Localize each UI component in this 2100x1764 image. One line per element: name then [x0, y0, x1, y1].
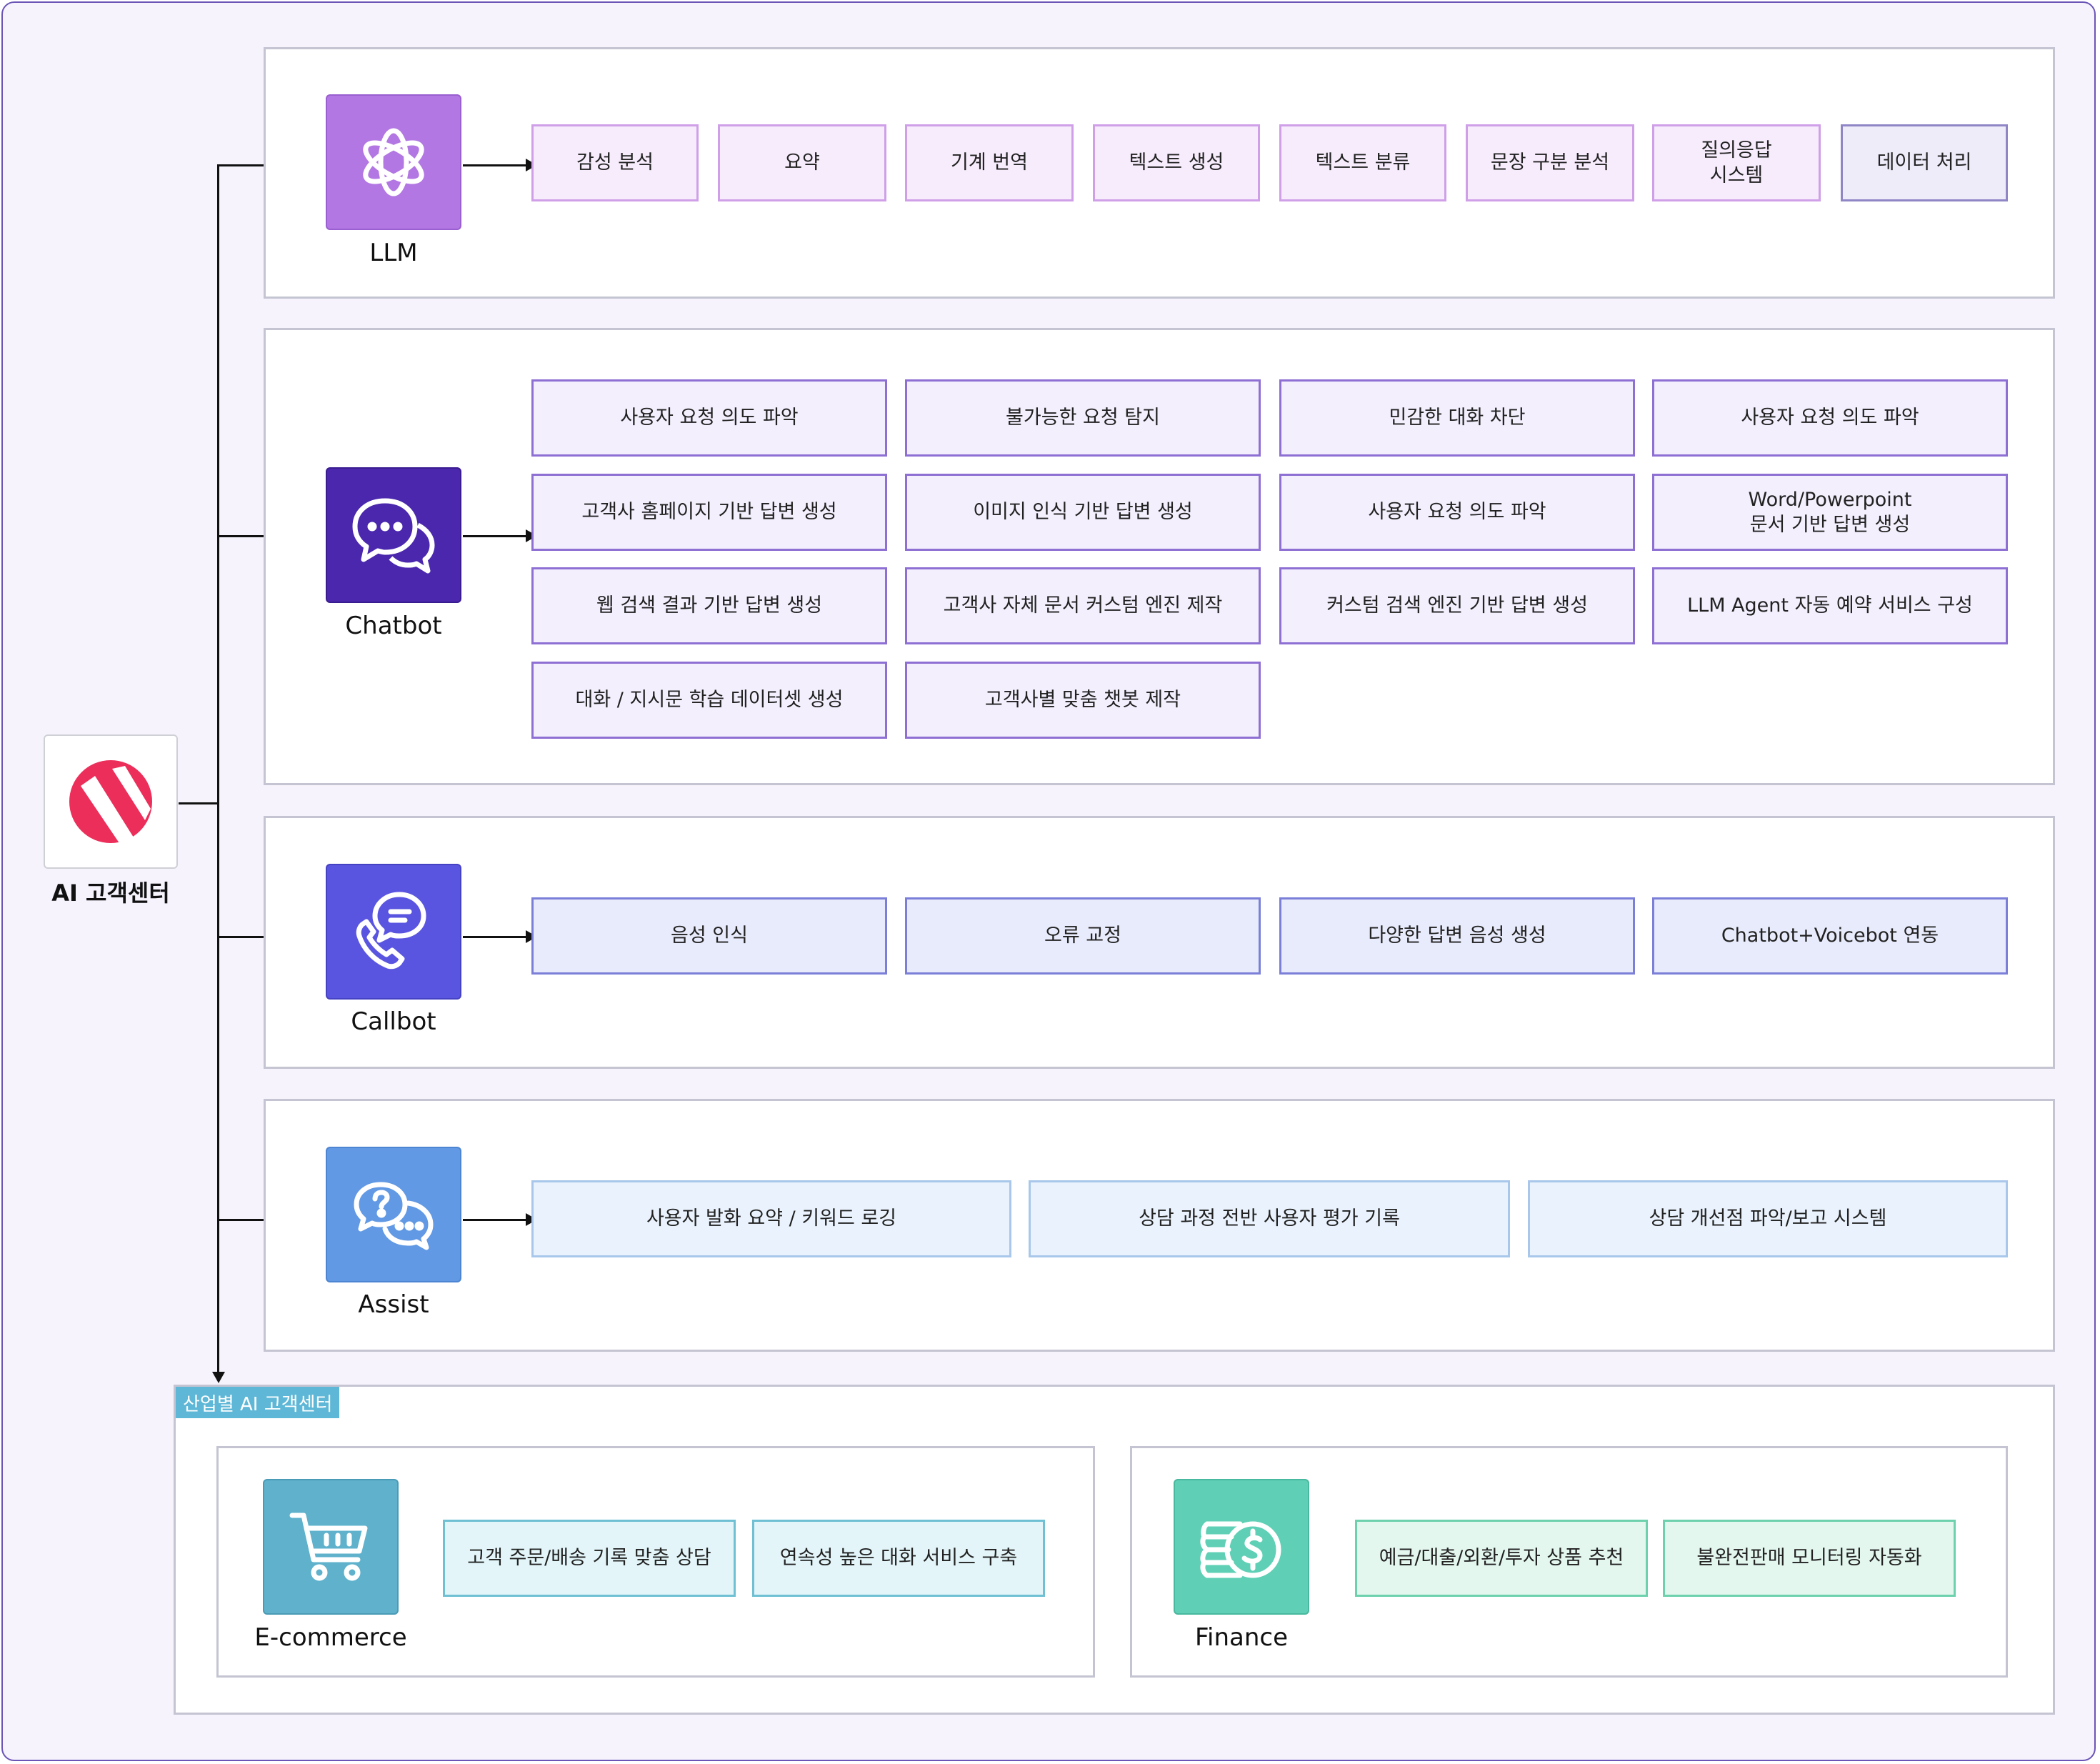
industry-tag: 산업별 AI 고객센터: [176, 1387, 340, 1418]
chatbot-item[interactable]: 사용자 요청 의도 파악: [1279, 474, 1635, 551]
assist-item[interactable]: 상담 개선점 파악/보고 시스템: [1528, 1180, 2008, 1257]
callbot-item[interactable]: Chatbot+Voicebot 연동: [1652, 897, 2008, 975]
ecommerce-icon-box[interactable]: [263, 1479, 399, 1615]
ecommerce-item[interactable]: 고객 주문/배송 기록 맞춤 상담: [443, 1520, 736, 1597]
finance-label: Finance: [1194, 1623, 1289, 1652]
chatbot-item[interactable]: 커스텀 검색 엔진 기반 답변 생성: [1279, 567, 1635, 644]
callbot-item[interactable]: 오류 교정: [905, 897, 1261, 975]
assist-label: Assist: [358, 1290, 429, 1319]
llm-out-connector: [463, 164, 527, 166]
chatbot-item[interactable]: 고객사 자체 문서 커스텀 엔진 제작: [905, 567, 1261, 644]
llm-item[interactable]: 기계 번역: [905, 124, 1074, 201]
chatbot-item[interactable]: 대화 / 지시문 학습 데이터셋 생성: [531, 662, 887, 739]
phone-message-icon: [356, 892, 426, 970]
assist-icon-box[interactable]: [326, 1147, 461, 1282]
callbot-label: Callbot: [351, 1007, 436, 1036]
llm-item[interactable]: 요약: [718, 124, 886, 201]
chatbot-item[interactable]: 고객사별 맞춤 챗봇 제작: [905, 662, 1261, 739]
question-chat-icon: [354, 1182, 434, 1250]
finance-item[interactable]: 불완전판매 모니터링 자동화: [1663, 1520, 1956, 1597]
root-node[interactable]: [44, 734, 178, 869]
root-label: AI 고객센터: [51, 879, 170, 907]
chatbot-item[interactable]: 이미지 인식 기반 답변 생성: [905, 474, 1261, 551]
llm-item[interactable]: 데이터 처리: [1841, 124, 2008, 201]
assist-out-connector: [463, 1219, 527, 1221]
chatbot-icon-box[interactable]: [326, 467, 461, 603]
root-connector: [179, 802, 219, 804]
openai-knot-icon: [363, 128, 424, 196]
chatbot-item[interactable]: 사용자 요청 의도 파악: [531, 379, 887, 457]
chatbot-item[interactable]: 민감한 대화 차단: [1279, 379, 1635, 457]
coin-stack-dollar-icon: [1200, 1521, 1281, 1578]
llm-label: LLM: [369, 239, 418, 267]
assist-item[interactable]: 상담 과정 전반 사용자 평가 기록: [1029, 1180, 1510, 1257]
ecommerce-label: E-commerce: [254, 1623, 407, 1652]
callbot-icon-box[interactable]: [326, 864, 461, 1000]
callbot-item[interactable]: 다양한 답변 음성 생성: [1279, 897, 1635, 975]
llm-item[interactable]: 감성 분석: [531, 124, 699, 201]
assist-item[interactable]: 사용자 발화 요약 / 키워드 로깅: [531, 1180, 1011, 1257]
chatbot-item[interactable]: 사용자 요청 의도 파악: [1652, 379, 2008, 457]
llm-item[interactable]: 질의응답 시스템: [1652, 124, 1821, 201]
callbot-item[interactable]: 음성 인식: [531, 897, 887, 975]
callbot-out-connector: [463, 936, 527, 938]
trunk-arrow: [212, 1372, 225, 1383]
chatbot-item[interactable]: 웹 검색 결과 기반 답변 생성: [531, 567, 887, 644]
llm-item[interactable]: 텍스트 생성: [1093, 124, 1260, 201]
main-trunk: [217, 164, 219, 1372]
finance-icon-box[interactable]: [1174, 1479, 1309, 1615]
llm-item[interactable]: 텍스트 분류: [1279, 124, 1446, 201]
llm-icon-box[interactable]: [326, 94, 461, 230]
ecommerce-item[interactable]: 연속성 높은 대화 서비스 구축: [752, 1520, 1045, 1597]
chat-bubbles-icon: [352, 498, 435, 574]
chatbot-item[interactable]: 불가능한 요청 탐지: [905, 379, 1261, 457]
chatbot-item[interactable]: LLM Agent 자동 예약 서비스 구성: [1652, 567, 2008, 644]
finance-item[interactable]: 예금/대출/외환/투자 상품 추천: [1355, 1520, 1648, 1597]
chatbot-label: Chatbot: [345, 612, 442, 640]
llm-item[interactable]: 문장 구분 분석: [1466, 124, 1634, 201]
chatbot-item[interactable]: 고객사 홈페이지 기반 답변 생성: [531, 474, 887, 551]
logo-icon: [69, 760, 152, 843]
chatbot-out-connector: [463, 535, 527, 537]
shopping-cart-icon: [289, 1513, 368, 1581]
chatbot-item[interactable]: Word/Powerpoint 문서 기반 답변 생성: [1652, 474, 2008, 551]
